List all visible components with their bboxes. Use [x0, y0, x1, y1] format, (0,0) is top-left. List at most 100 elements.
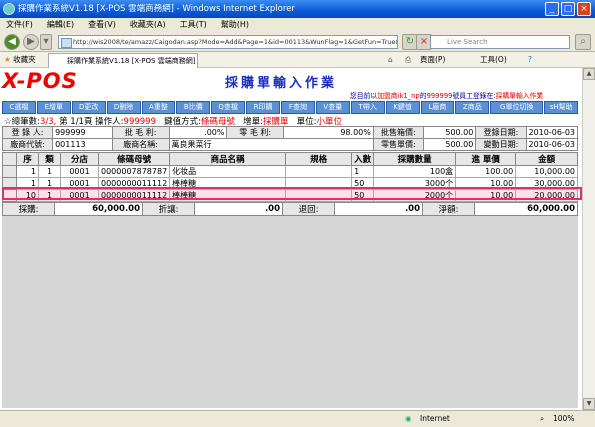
- discount-value: .00: [194, 202, 283, 216]
- cell-product-name[interactable]: 化妆品: [169, 165, 287, 178]
- summary-row: 採購: 60,000.00 折讓: .00 退回: .00 淨額: 60,000…: [2, 202, 578, 216]
- address-field[interactable]: http://wis2008/te/amazz/Caigodan.asp?Mod…: [58, 35, 398, 49]
- print-icon[interactable]: ⎙: [405, 52, 411, 68]
- net-value: 60,000.00: [474, 202, 578, 216]
- import-button[interactable]: T帶入: [350, 101, 385, 114]
- order-header-table: 登 錄 人: 999999 批 毛 利: .00% 零 毛 利: 98.00% …: [1, 126, 578, 151]
- welcome-id: 999999: [426, 92, 453, 100]
- favorites-star-icon[interactable]: ★: [4, 55, 11, 64]
- return-label: 退回:: [282, 202, 335, 216]
- delete-button[interactable]: D刪除: [106, 101, 141, 114]
- function-button-row: C選檔 E增單 D更改 D刪除 A重整 B比價 Q查檔 R印購 F查詢 V查量 …: [2, 101, 579, 114]
- add-order-button[interactable]: E增單: [36, 101, 71, 114]
- unit-switch-button[interactable]: G單位切換: [490, 101, 544, 114]
- table-row[interactable]: 1 1 0001 0000007878787 化妆品 1 100盒 100.00…: [2, 165, 578, 178]
- cell-order-qty[interactable]: 100盒: [373, 165, 457, 178]
- row-selector[interactable]: [2, 165, 17, 178]
- check-qty-button[interactable]: V查量: [315, 101, 350, 114]
- favorites-label[interactable]: 收藏夾: [13, 55, 36, 64]
- tab-current[interactable]: 採購作業系統V1.18 [X-POS 雲端商務網]: [48, 53, 198, 68]
- search-input[interactable]: Live Search: [430, 35, 570, 49]
- menu-view[interactable]: 查看(V): [88, 20, 116, 29]
- globe-icon: ◉: [405, 414, 412, 423]
- cell-seq[interactable]: 1: [16, 165, 39, 178]
- back-icon[interactable]: ◀: [4, 34, 20, 50]
- page-menu[interactable]: 頁面(P): [420, 52, 445, 68]
- vendor-button[interactable]: L廠商: [420, 101, 455, 114]
- retail-price-label: 零售單價:: [372, 138, 424, 151]
- net-label: 淨額:: [422, 202, 475, 216]
- menu-tools[interactable]: 工具(T): [180, 20, 207, 29]
- wholesale-margin-label: 批 毛 利:: [111, 126, 170, 139]
- menu-file[interactable]: 文件(F): [6, 20, 33, 29]
- minimize-button[interactable]: _: [545, 2, 559, 16]
- return-value: .00: [334, 202, 423, 216]
- col-branch: 分店: [60, 152, 99, 166]
- menu-help[interactable]: 幫助(H): [221, 20, 249, 29]
- scroll-down-icon[interactable]: ▼: [583, 398, 595, 410]
- query-file-button[interactable]: Q查檔: [211, 101, 246, 114]
- compare-price-button[interactable]: B比價: [176, 101, 211, 114]
- search-button[interactable]: F查詢: [281, 101, 315, 114]
- welcome-user: 加盟商ik1_np: [377, 92, 420, 100]
- menu-bar: 文件(F) 編輯(E) 查看(V) 收藏夾(A) 工具(T) 幫助(H): [0, 18, 595, 32]
- status-bar: ◉ Internet ⌕ 100%: [0, 410, 595, 427]
- reset-button[interactable]: A重整: [141, 101, 176, 114]
- change-date-field[interactable]: 2010-06-03: [525, 138, 578, 151]
- wholesale-margin-field[interactable]: .00%: [168, 126, 228, 139]
- forward-icon[interactable]: ▶: [23, 34, 39, 50]
- help-icon[interactable]: ?: [528, 52, 532, 68]
- window-title: 採購作業系統V1.18 [X-POS 雲端商務網] - Windows Inte…: [18, 4, 295, 14]
- page-title: 採購單輸入作業: [225, 76, 338, 91]
- welcome-text: 您目前以加盟商ik1_np的999999號員工登錄在:採購單輸入作業: [350, 90, 543, 100]
- tab-title: 採購作業系統V1.18 [X-POS 雲端商務網]: [67, 57, 196, 65]
- retail-margin-field[interactable]: 98.00%: [282, 126, 374, 139]
- welcome-mid2: 號員工登錄在:: [452, 92, 496, 100]
- search-icon[interactable]: ⌕: [575, 34, 591, 50]
- retail-price-field[interactable]: 500.00: [422, 138, 477, 151]
- vendor-name-label: 廠商名稱:: [111, 138, 170, 151]
- box-price-label: 批售箱價:: [372, 126, 424, 139]
- cell-pack-qty[interactable]: 1: [351, 165, 375, 178]
- cell-amount[interactable]: 10,000.00: [515, 165, 578, 178]
- help-button[interactable]: sH幫助: [544, 101, 579, 114]
- vendor-code-label: 廠商代號:: [1, 138, 54, 151]
- login-date-field[interactable]: 2010-06-03: [525, 126, 578, 139]
- scroll-up-icon[interactable]: ▲: [583, 68, 595, 80]
- welcome-mid: 的: [419, 92, 427, 100]
- retail-margin-label: 零 毛 利:: [226, 126, 284, 139]
- select-file-button[interactable]: C選檔: [2, 101, 36, 114]
- zoom-icon[interactable]: ⌕: [540, 411, 544, 427]
- key-value-button[interactable]: K鍵值: [385, 101, 420, 114]
- box-price-field[interactable]: 500.00: [422, 126, 477, 139]
- col-pack-qty: 入數: [351, 152, 375, 166]
- cell-branch[interactable]: 0001: [60, 165, 99, 178]
- dropdown-icon[interactable]: ▾: [40, 34, 52, 50]
- col-type: 類: [38, 152, 61, 166]
- row-header-corner: [2, 152, 17, 166]
- col-spec: 規格: [285, 152, 353, 166]
- print-order-button[interactable]: R印購: [246, 101, 280, 114]
- menu-edit[interactable]: 編輯(E): [47, 20, 74, 29]
- login-user-field[interactable]: 999999: [52, 126, 113, 139]
- zoom-level[interactable]: 100%: [553, 411, 574, 427]
- cell-barcode[interactable]: 0000007878787: [97, 165, 171, 178]
- product-button[interactable]: Z商品: [455, 101, 490, 114]
- change-date-label: 變動日期:: [475, 138, 527, 151]
- selected-row-highlight: [2, 187, 582, 200]
- menu-favorites[interactable]: 收藏夾(A): [130, 20, 166, 29]
- cell-unit-price[interactable]: 100.00: [455, 165, 517, 178]
- vendor-code-field[interactable]: 001113: [52, 138, 113, 151]
- purchase-total-value: 60,000.00: [54, 202, 143, 216]
- home-icon[interactable]: ⌂: [388, 52, 393, 68]
- edit-button[interactable]: D更改: [71, 101, 106, 114]
- close-button[interactable]: ×: [577, 2, 591, 16]
- cell-spec[interactable]: [285, 165, 353, 178]
- tools-menu[interactable]: 工具(O): [480, 52, 507, 68]
- purchase-total-label: 採購:: [2, 202, 55, 216]
- maximize-button[interactable]: □: [561, 2, 575, 16]
- vendor-name-field[interactable]: 萬良果菜行: [168, 138, 374, 151]
- vertical-scrollbar[interactable]: ▲ ▼: [582, 68, 595, 410]
- col-barcode: 條碼母號: [97, 152, 171, 166]
- cell-type[interactable]: 1: [38, 165, 61, 178]
